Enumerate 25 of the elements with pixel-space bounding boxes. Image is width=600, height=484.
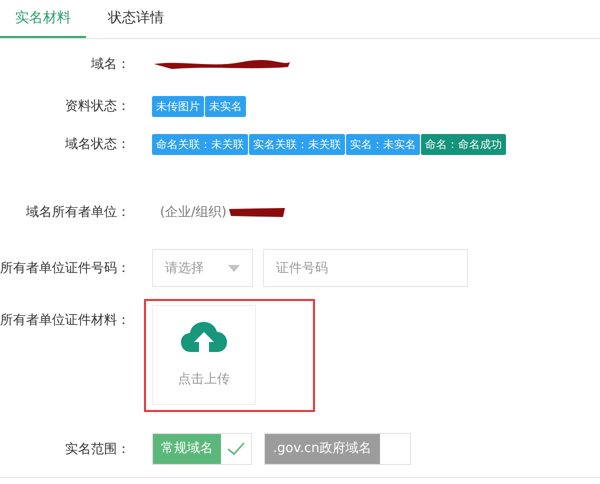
id-number-field[interactable]: 证件号码 <box>263 249 468 287</box>
cloud-upload-icon <box>181 322 227 354</box>
field-label: 域名： <box>90 56 131 73</box>
status-tag: 未传图片 <box>152 96 204 116</box>
scope-option[interactable]: .gov.cn政府域名 <box>264 433 411 465</box>
field-label: 域名所有者单位： <box>25 204 131 221</box>
field-label: 资料状态： <box>64 98 131 115</box>
status-tag: 实名：未实名 <box>346 134 420 154</box>
scope-option[interactable]: 常规域名 <box>152 433 252 465</box>
upload-button[interactable]: 点击上传 <box>152 305 256 405</box>
tab[interactable]: 状态详情 <box>86 0 186 38</box>
caret-icon <box>228 264 240 272</box>
status-tag: 命名关联：未关联 <box>152 134 248 154</box>
check-icon <box>227 442 245 456</box>
field-label: 域名状态： <box>64 136 131 153</box>
redaction-mark <box>226 205 287 219</box>
field-label: 实名范围： <box>64 441 131 458</box>
field-label: 所有者单位证件号码： <box>0 260 131 277</box>
field-label: 所有者单位证件材料： <box>0 312 131 329</box>
status-tag: 未实名 <box>205 96 246 116</box>
tab[interactable]: 实名材料 <box>0 0 86 38</box>
status-tag: 实名关联：未关联 <box>249 134 345 154</box>
owner-value: (企业/组织) <box>160 204 227 221</box>
status-tag: 命名：命名成功 <box>421 134 506 154</box>
type-select[interactable]: 请选择 <box>152 249 253 287</box>
